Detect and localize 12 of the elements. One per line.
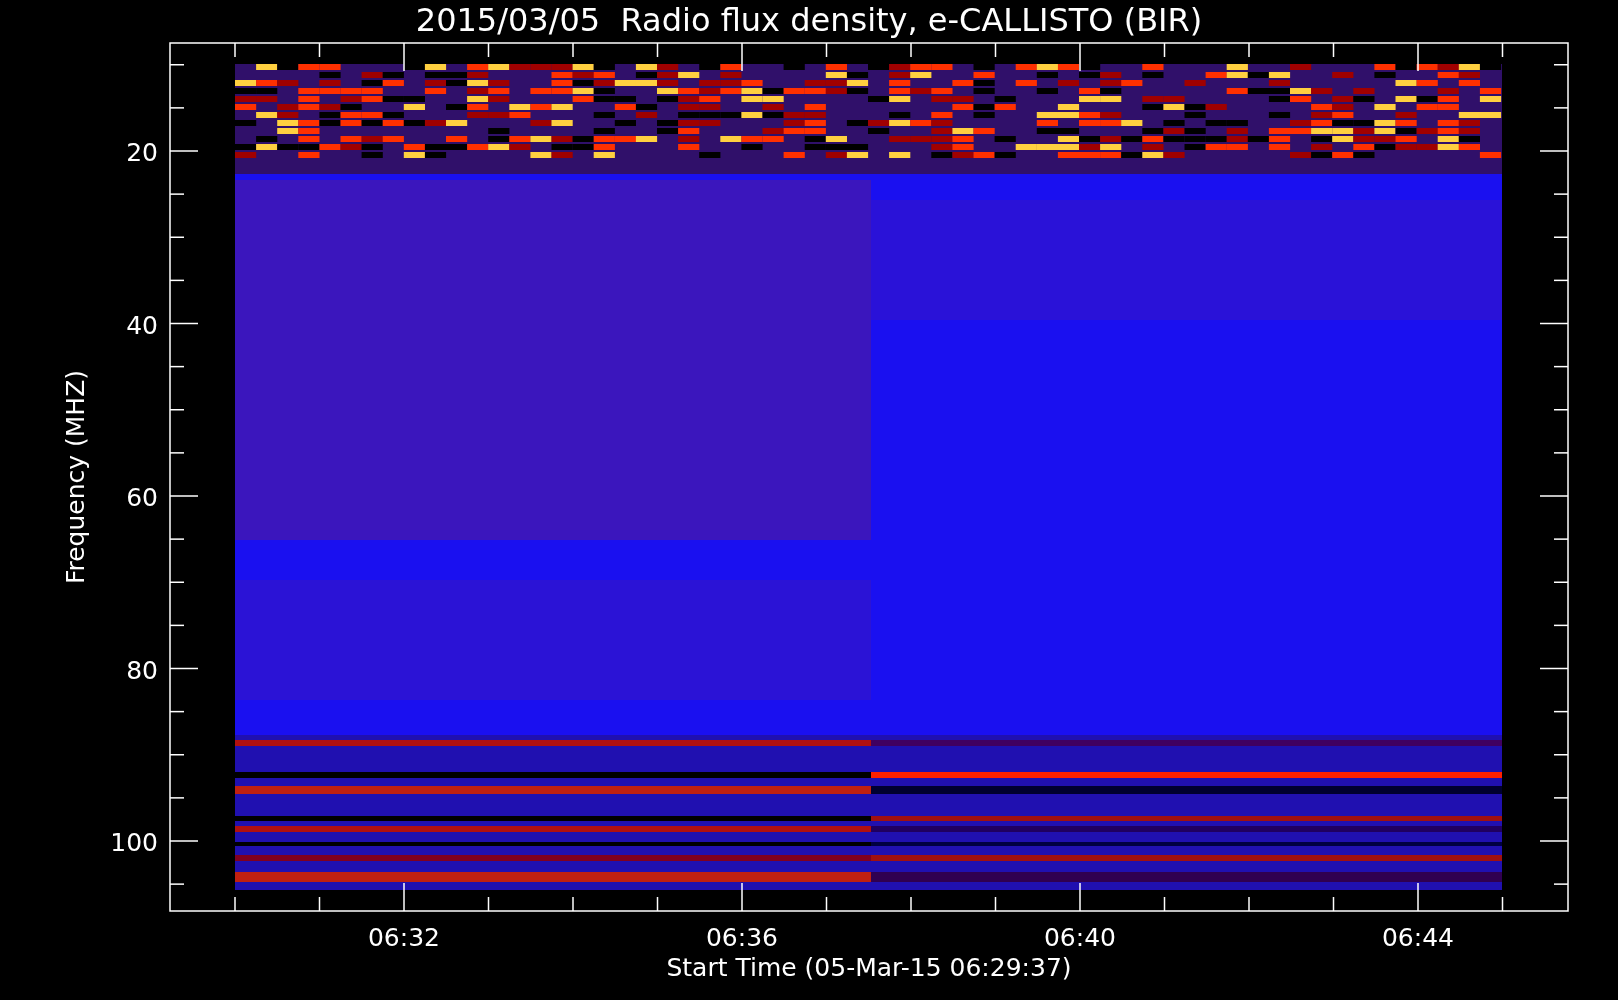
x-tick-label: 06:36 — [706, 923, 778, 952]
y-tick-label: 40 — [126, 310, 158, 340]
y-tick-label: 60 — [126, 483, 158, 512]
x-tick-label: 06:44 — [1382, 923, 1454, 952]
chart-title: 2015/03/05 Radio flux density, e-CALLISTO (BIR) — [415, 1, 1203, 39]
y-tick-label: 20 — [126, 138, 158, 167]
y-axis-label: Frequency (MHZ) — [61, 369, 90, 585]
x-axis-label: Start Time (05-Mar-15 06:29:37) — [666, 953, 1072, 982]
y-tick-label: 80 — [126, 655, 158, 685]
x-tick-label: 06:40 — [1044, 923, 1116, 952]
y-tick-label: 100 — [110, 828, 158, 857]
x-tick-label: 06:32 — [368, 923, 440, 952]
